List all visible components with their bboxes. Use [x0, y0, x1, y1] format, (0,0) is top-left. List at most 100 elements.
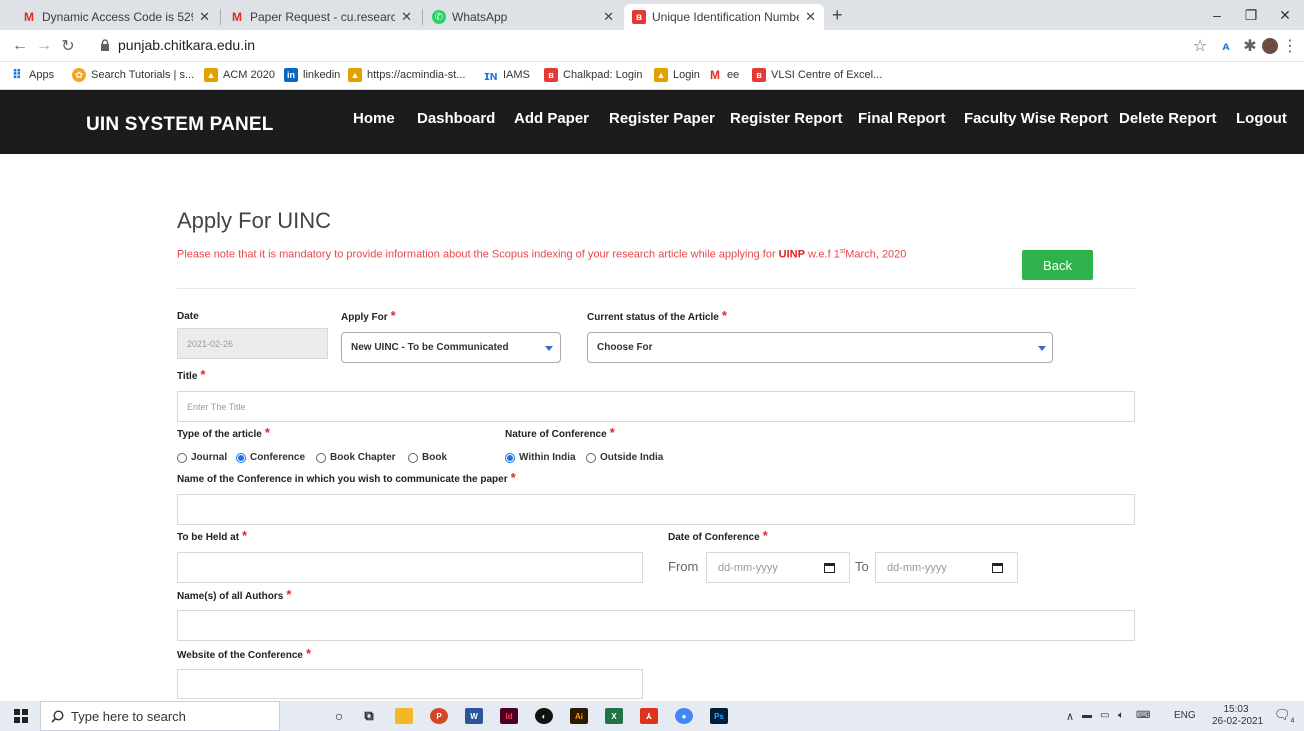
bookmark-label: IAMS — [503, 69, 530, 81]
gmail-icon: M — [24, 10, 34, 24]
task-view-icon[interactable]: ⧉ — [360, 708, 378, 724]
nav-register-report[interactable]: Register Report — [730, 110, 843, 127]
nav-add-paper[interactable]: Add Paper — [514, 110, 589, 127]
divider — [177, 288, 1135, 289]
photoshop-icon[interactable]: Ps — [710, 708, 728, 724]
nav-delete-report[interactable]: Delete Report — [1119, 110, 1217, 127]
browser-tab-3[interactable]: ✆ WhatsApp ✕ — [424, 4, 622, 30]
illustrator-icon[interactable]: Ai — [570, 708, 588, 724]
nav-final-report[interactable]: Final Report — [858, 110, 946, 127]
radio-circle[interactable] — [408, 452, 418, 463]
forward-arrow-icon[interactable]: → — [34, 36, 54, 56]
close-window-icon[interactable]: ✕ — [1270, 4, 1300, 26]
bookmark-vlsi[interactable]: ʙ VLSI Centre of Excel... — [752, 68, 882, 82]
authors-input[interactable] — [177, 610, 1135, 641]
clock[interactable]: 15:03 26-02-2021 — [1212, 704, 1263, 728]
calendar-icon[interactable] — [992, 563, 1003, 573]
indesign-icon[interactable]: Id — [500, 708, 518, 724]
held-at-input[interactable] — [177, 552, 643, 583]
url-field[interactable]: punjab.chitkara.edu.in — [118, 37, 255, 53]
nav-register-paper[interactable]: Register Paper — [609, 110, 715, 127]
browser-tab-2[interactable]: M Paper Request - cu.research@ch ✕ — [222, 4, 420, 30]
close-icon[interactable]: ✕ — [603, 9, 614, 25]
nav-home[interactable]: Home — [353, 110, 395, 127]
status-select[interactable]: Choose For — [587, 332, 1053, 363]
bookmark-label: Chalkpad: Login — [563, 69, 643, 81]
radio-conference[interactable]: Conference — [236, 452, 305, 463]
conference-name-label: Name of the Conference in which you wish… — [177, 470, 516, 485]
apps-grid-icon: ⠿ — [11, 67, 23, 82]
radio-circle[interactable] — [505, 452, 515, 463]
site-brand[interactable]: UIN SYSTEM PANEL — [86, 114, 274, 136]
minimize-icon[interactable]: – — [1202, 4, 1232, 26]
back-arrow-icon[interactable]: ← — [10, 36, 30, 56]
bookmark-apps[interactable]: ⠿ Apps — [10, 67, 54, 82]
chrome-icon[interactable]: ● — [675, 708, 693, 724]
volume-icon[interactable]: 🔈︎ — [1118, 710, 1124, 721]
apply-for-select[interactable]: New UINC - To be Communicated — [341, 332, 561, 363]
radio-within-india[interactable]: Within India — [505, 452, 576, 463]
avatar[interactable] — [1262, 38, 1278, 54]
from-date-input[interactable]: dd-mm-yyyy — [706, 552, 850, 583]
windows-start-icon[interactable] — [14, 709, 28, 723]
reload-icon[interactable]: ↻ — [58, 36, 78, 56]
taskbar-search-input[interactable]: Type here to search — [40, 701, 280, 731]
radio-book-chapter[interactable]: Book Chapter — [316, 452, 396, 463]
radio-circle[interactable] — [586, 452, 596, 463]
bookmark-login[interactable]: ▲ Login — [654, 68, 700, 82]
new-tab-button[interactable]: + — [832, 5, 843, 26]
to-date-input[interactable]: dd-mm-yyyy — [875, 552, 1018, 583]
nav-faculty-wise-report[interactable]: Faculty Wise Report — [964, 110, 1108, 127]
radio-book[interactable]: Book — [408, 452, 447, 463]
extension-icon[interactable]: ᴀ — [1216, 36, 1236, 56]
puzzle-icon[interactable]: ✱ — [1240, 36, 1260, 56]
bookmark-iams[interactable]: ɪɴ IAMS — [484, 68, 530, 83]
word-icon[interactable]: W — [465, 708, 483, 724]
nature-label: Nature of Conference * — [505, 425, 615, 440]
keyboard-icon[interactable]: ⌨︎ — [1136, 710, 1150, 721]
cortana-icon[interactable]: ○ — [330, 708, 348, 724]
browser-tab-4[interactable]: ʙ Unique Identification Number fo ✕ — [624, 4, 824, 30]
notification-icon[interactable]: 🗨︎4 — [1274, 707, 1294, 725]
browser-tab-1[interactable]: M Dynamic Access Code is 529e673 ✕ — [14, 4, 218, 30]
bookmark-chalkpad[interactable]: ʙ Chalkpad: Login — [544, 68, 643, 82]
bookmark-acmindia[interactable]: ▲ https://acmindia-st... — [348, 68, 465, 82]
network-icon[interactable]: ▭ — [1100, 710, 1109, 721]
back-button[interactable]: Back — [1022, 250, 1093, 280]
close-icon[interactable]: ✕ — [199, 9, 210, 25]
battery-icon[interactable]: ▬ — [1082, 710, 1092, 721]
acrobat-icon[interactable]: ⅄ — [640, 708, 658, 724]
app-icon[interactable]: ◐ — [535, 708, 553, 724]
file-explorer-icon[interactable] — [395, 708, 413, 724]
radio-circle[interactable] — [236, 452, 246, 463]
calendar-icon[interactable] — [824, 563, 835, 573]
language-indicator[interactable]: ENG — [1174, 710, 1196, 721]
website-input[interactable] — [177, 669, 643, 699]
title-input[interactable]: Enter The Title — [177, 391, 1135, 422]
star-icon[interactable]: ☆ — [1190, 36, 1210, 56]
bookmark-ee[interactable]: M ee — [708, 68, 739, 82]
menu-kebab-icon[interactable]: ⋮ — [1280, 36, 1300, 56]
tray-chevron-up-icon[interactable]: ∧ — [1066, 710, 1074, 723]
close-icon[interactable]: ✕ — [805, 9, 816, 25]
powerpoint-icon[interactable]: P — [430, 708, 448, 724]
conference-name-input[interactable] — [177, 494, 1135, 525]
radio-circle[interactable] — [316, 452, 326, 463]
radio-outside-india[interactable]: Outside India — [586, 452, 663, 463]
bookmark-acm[interactable]: ▲ ACM 2020 — [204, 68, 275, 82]
windows-taskbar: Type here to search ○ ⧉ P W Id ◐ Ai X ⅄ … — [0, 701, 1304, 731]
bookmark-label: VLSI Centre of Excel... — [771, 69, 883, 81]
bookmark-search-tutorials[interactable]: ✿ Search Tutorials | s... — [72, 68, 194, 82]
date-field: 2021-02-26 — [177, 328, 328, 359]
radio-journal[interactable]: Journal — [177, 452, 227, 463]
linkedin-icon: in — [284, 68, 298, 82]
maximize-icon[interactable]: ❐ — [1236, 4, 1266, 26]
acm-favicon-icon: ▲ — [204, 68, 218, 82]
close-icon[interactable]: ✕ — [401, 9, 412, 25]
excel-icon[interactable]: X — [605, 708, 623, 724]
nav-logout[interactable]: Logout — [1236, 110, 1287, 127]
browser-tab-strip: M Dynamic Access Code is 529e673 ✕ M Pap… — [0, 0, 1304, 30]
radio-circle[interactable] — [177, 452, 187, 463]
bookmark-linkedin[interactable]: in linkedin — [284, 68, 340, 82]
nav-dashboard[interactable]: Dashboard — [417, 110, 495, 127]
